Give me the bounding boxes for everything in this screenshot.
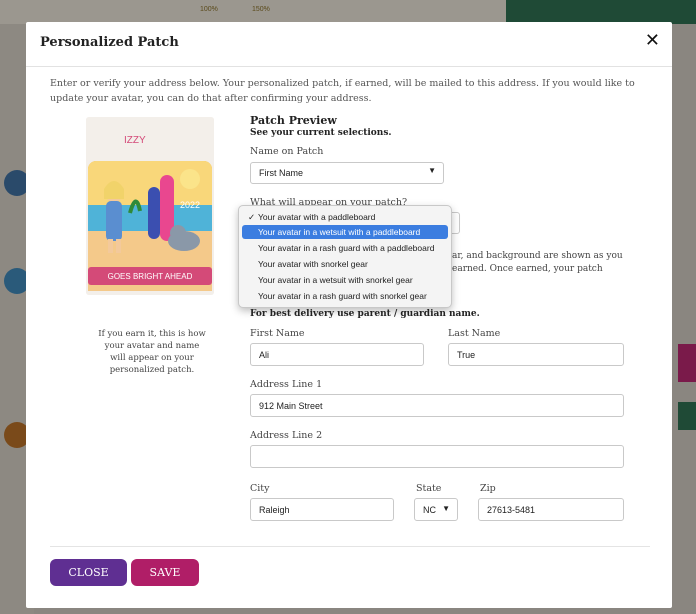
patch-note-line-2: earned. Once earned, your patch bbox=[452, 264, 603, 274]
dropdown-option-label: Your avatar with snorkel gear bbox=[258, 259, 368, 269]
close-icon[interactable]: ✕ bbox=[645, 32, 660, 50]
dropdown-option-wetsuit-snorkel[interactable]: Your avatar in a wetsuit with snorkel ge… bbox=[242, 273, 448, 287]
state-select[interactable]: NC ▼ bbox=[414, 498, 458, 521]
last-name-label: Last Name bbox=[448, 328, 501, 339]
dropdown-option-wetsuit-paddleboard[interactable]: Your avatar in a wetsuit with a paddlebo… bbox=[242, 225, 448, 239]
dropdown-option-rashguard-snorkel[interactable]: Your avatar in a rash guard with snorkel… bbox=[242, 289, 448, 303]
first-name-label: First Name bbox=[250, 328, 305, 339]
background-right-button bbox=[678, 344, 696, 382]
address-line-1-label: Address Line 1 bbox=[250, 379, 323, 390]
last-name-value: True bbox=[457, 350, 476, 360]
modal-header: Personalized Patch ✕ bbox=[26, 22, 672, 67]
address-line-1-field[interactable]: 912 Main Street bbox=[250, 394, 624, 417]
name-on-patch-label: Name on Patch bbox=[250, 146, 324, 157]
background-right-button bbox=[678, 402, 696, 430]
first-name-field[interactable]: Ali bbox=[250, 343, 424, 366]
city-value: Raleigh bbox=[259, 505, 290, 515]
last-name-field[interactable]: True bbox=[448, 343, 624, 366]
background-green-bar bbox=[506, 0, 696, 24]
name-on-patch-value: First Name bbox=[259, 168, 304, 178]
preview-caption: If you earn it, this is how your avatar … bbox=[98, 329, 206, 375]
zip-label: Zip bbox=[480, 483, 496, 494]
dropdown-option-label: Your avatar with a paddleboard bbox=[258, 212, 376, 222]
state-label: State bbox=[416, 483, 442, 494]
address-line-1-value: 912 Main Street bbox=[259, 401, 323, 411]
save-button[interactable]: SAVE bbox=[131, 559, 199, 586]
dropdown-option-label: Your avatar in a wetsuit with snorkel ge… bbox=[258, 275, 413, 285]
background-progress-right: 150% bbox=[252, 6, 270, 13]
patch-note-line-1: ar, and background are shown as you bbox=[452, 251, 623, 261]
dropdown-option-rashguard-paddleboard[interactable]: Your avatar in a rash guard with a paddl… bbox=[242, 241, 448, 255]
name-on-patch-select[interactable]: First Name ▼ bbox=[250, 162, 444, 184]
city-label: City bbox=[250, 483, 270, 494]
zip-value: 27613-5481 bbox=[487, 505, 536, 515]
patch-preview-subtitle: See your current selections. bbox=[250, 128, 392, 138]
state-value: NC bbox=[423, 505, 436, 515]
background-progress-left: 100% bbox=[200, 6, 218, 13]
intro-text: Enter or verify your address below. Your… bbox=[50, 78, 635, 104]
city-field[interactable]: Raleigh bbox=[250, 498, 394, 521]
chevron-down-icon: ▼ bbox=[442, 504, 450, 513]
address-line-2-field[interactable] bbox=[250, 445, 624, 468]
address-line-2-label: Address Line 2 bbox=[250, 430, 323, 441]
guardian-note: For best delivery use parent / guardian … bbox=[250, 309, 480, 319]
dropdown-option-paddleboard[interactable]: ✓ Your avatar with a paddleboard bbox=[242, 210, 448, 224]
zip-field[interactable]: 27613-5481 bbox=[478, 498, 624, 521]
chevron-down-icon: ▼ bbox=[428, 166, 436, 175]
modal-title: Personalized Patch bbox=[40, 35, 179, 50]
dropdown-option-label: Your avatar in a rash guard with a paddl… bbox=[258, 243, 435, 253]
patch-avatar-name: IZZY bbox=[124, 135, 146, 146]
patch-illustration: IZZY 2022 GOES BRIGHT AHEAD bbox=[86, 117, 214, 295]
checkmark-icon: ✓ bbox=[248, 212, 256, 222]
patch-preview-title: Patch Preview bbox=[250, 114, 337, 127]
personalized-patch-modal: Personalized Patch ✕ Enter or verify you… bbox=[26, 22, 672, 608]
patch-content-dropdown-menu[interactable]: ✓ Your avatar with a paddleboard Your av… bbox=[238, 205, 452, 308]
footer-divider bbox=[50, 546, 650, 547]
patch-preview-image: IZZY 2022 GOES BRIGHT AHEAD bbox=[86, 117, 214, 295]
patch-year: 2022 bbox=[180, 200, 200, 210]
dropdown-option-snorkel[interactable]: Your avatar with snorkel gear bbox=[242, 257, 448, 271]
first-name-value: Ali bbox=[259, 350, 270, 360]
patch-banner: GOES BRIGHT AHEAD bbox=[108, 272, 193, 281]
dropdown-option-label: Your avatar in a wetsuit with a paddlebo… bbox=[258, 227, 421, 237]
dropdown-option-label: Your avatar in a rash guard with snorkel… bbox=[258, 291, 427, 301]
close-button[interactable]: CLOSE bbox=[50, 559, 127, 586]
